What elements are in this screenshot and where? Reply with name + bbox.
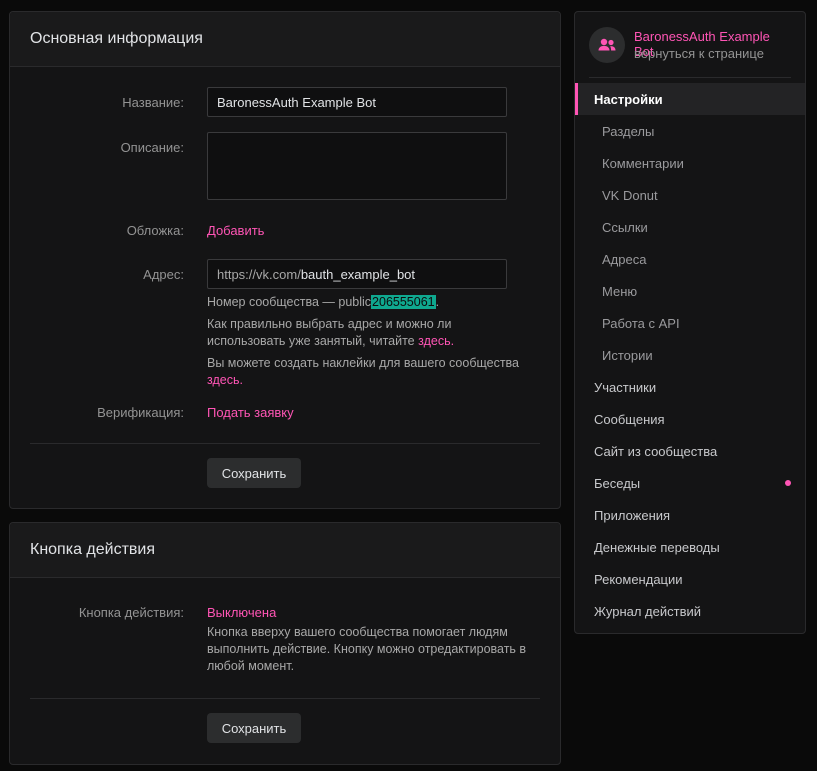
action-button-status-link[interactable]: Выключена	[207, 605, 276, 620]
sidebar-item-menu[interactable]: Меню	[575, 275, 805, 307]
save-button[interactable]: Сохранить	[207, 713, 301, 743]
community-number-value: 206555061	[371, 295, 436, 309]
sidebar-item-sections[interactable]: Разделы	[575, 115, 805, 147]
sidebar-item-addresses[interactable]: Адреса	[575, 243, 805, 275]
users-icon	[598, 38, 616, 51]
name-label: Название:	[122, 95, 184, 110]
address-value: bauth_example_bot	[300, 266, 416, 282]
verification-apply-link[interactable]: Подать заявку	[207, 405, 294, 420]
basic-info-panel: Основная информация Название: BaronessAu…	[9, 11, 561, 509]
community-header[interactable]: BaronessAuth Example Bot вернуться к стр…	[589, 27, 791, 78]
action-button-panel: Кнопка действия Кнопка действия: Выключе…	[9, 522, 561, 765]
sidebar-item-chats[interactable]: Беседы	[575, 467, 805, 499]
address-label: Адрес:	[143, 267, 184, 282]
sidebar-item-site[interactable]: Сайт из сообщества	[575, 435, 805, 467]
name-input-value: BaronessAuth Example Bot	[217, 94, 376, 110]
sidebar-item-vk-donut[interactable]: VK Donut	[575, 179, 805, 211]
sidebar-item-members[interactable]: Участники	[575, 371, 805, 403]
divider	[30, 443, 540, 444]
cover-label: Обложка:	[126, 223, 184, 238]
sidebar-item-comments[interactable]: Комментарии	[575, 147, 805, 179]
back-to-page-link[interactable]: вернуться к странице	[634, 46, 764, 61]
sidebar-item-links[interactable]: Ссылки	[575, 211, 805, 243]
stickers-link[interactable]: здесь.	[207, 373, 243, 387]
sidebar-item-api[interactable]: Работа с API	[575, 307, 805, 339]
stickers-hint: Вы можете создать наклейки для вашего со…	[207, 356, 520, 387]
add-cover-link[interactable]: Добавить	[207, 223, 264, 238]
address-hint: Как правильно выбрать адрес и можно ли и…	[207, 317, 455, 348]
community-number: Номер сообщества — public206555061.	[207, 295, 440, 309]
sidebar-item-money-transfers[interactable]: Денежные переводы	[575, 531, 805, 563]
basic-info-title: Основная информация	[10, 12, 560, 67]
action-button-description: Кнопка вверху вашего сообщества помогает…	[207, 625, 527, 673]
sidebar-item-messages[interactable]: Сообщения	[575, 403, 805, 435]
address-input[interactable]: https://vk.com/bauth_example_bot	[207, 259, 507, 289]
description-label: Описание:	[120, 140, 184, 155]
divider	[30, 698, 540, 699]
sidebar-item-recommendations[interactable]: Рекомендации	[575, 563, 805, 595]
verification-label: Верификация:	[97, 405, 184, 420]
sidebar-item-apps[interactable]: Приложения	[575, 499, 805, 531]
action-button-title: Кнопка действия	[10, 523, 560, 578]
settings-sidebar: BaronessAuth Example Bot вернуться к стр…	[574, 11, 806, 634]
name-input[interactable]: BaronessAuth Example Bot	[207, 87, 507, 117]
sidebar-item-action-log[interactable]: Журнал действий	[575, 595, 805, 627]
description-textarea[interactable]	[207, 132, 507, 200]
notification-dot	[785, 480, 791, 486]
address-help-link[interactable]: здесь.	[418, 334, 454, 348]
action-button-label: Кнопка действия:	[78, 605, 184, 620]
sidebar-item-stories[interactable]: Истории	[575, 339, 805, 371]
save-button[interactable]: Сохранить	[207, 458, 301, 488]
avatar[interactable]	[589, 27, 625, 63]
sidebar-item-settings[interactable]: Настройки	[575, 83, 805, 115]
address-prefix: https://vk.com/	[217, 266, 301, 282]
